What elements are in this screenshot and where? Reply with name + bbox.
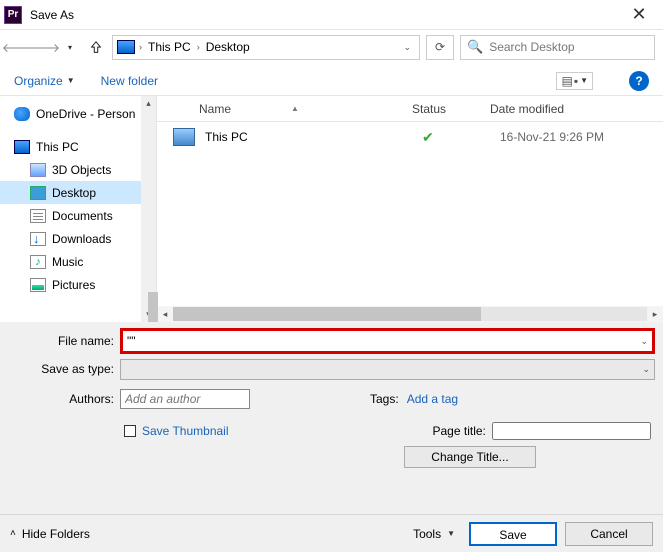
chevron-right-icon: › [139, 42, 142, 52]
breadcrumb-desktop[interactable]: Desktop [204, 40, 252, 54]
item-date: 16-Nov-21 9:26 PM [500, 130, 604, 144]
status-badge: ✔ [422, 129, 500, 146]
page-title-input[interactable] [492, 422, 651, 440]
app-icon: Pr [4, 6, 22, 24]
tree-pictures[interactable]: Pictures [0, 273, 156, 296]
cloud-icon [14, 107, 30, 121]
item-name: This PC [205, 130, 422, 144]
cancel-button[interactable]: Cancel [565, 522, 653, 546]
save-type-dropdown[interactable]: ⌄ [120, 359, 655, 380]
chevron-right-icon: › [197, 42, 200, 52]
search-icon: 🔍 [467, 39, 483, 55]
save-type-label: Save as type: [8, 362, 120, 376]
change-title-button[interactable]: Change Title... [404, 446, 536, 468]
tags-label: Tags: [370, 392, 399, 406]
file-name-field[interactable]: ⌄ [120, 328, 655, 354]
column-date[interactable]: Date modified [490, 102, 663, 116]
window-title: Save As [30, 8, 619, 22]
close-icon[interactable]: ✕ [619, 4, 659, 25]
new-folder-button[interactable]: New folder [101, 74, 158, 88]
cube-icon [30, 163, 46, 177]
desktop-icon [30, 186, 46, 200]
tree-3d-objects[interactable]: 3D Objects [0, 158, 156, 181]
picture-icon [30, 278, 46, 292]
refresh-button[interactable]: ⟳ [426, 35, 454, 60]
forward-button: 🡒 [34, 37, 54, 57]
authors-label: Authors: [8, 392, 120, 406]
page-title-label: Page title: [433, 424, 486, 438]
tree-this-pc[interactable]: This PC [0, 135, 156, 158]
file-name-label: File name: [8, 334, 120, 348]
list-item[interactable]: This PC ✔ 16-Nov-21 9:26 PM [157, 122, 663, 152]
tree-onedrive[interactable]: OneDrive - Person [0, 102, 156, 125]
music-icon: ♪ [30, 255, 46, 269]
search-placeholder: Search Desktop [489, 40, 574, 54]
tree-downloads[interactable]: Downloads [0, 227, 156, 250]
breadcrumb-this-pc[interactable]: This PC [146, 40, 193, 54]
recent-dropdown[interactable]: ▾ [60, 37, 80, 57]
authors-input[interactable] [120, 389, 250, 409]
pc-icon [14, 140, 30, 154]
file-name-input[interactable] [127, 334, 640, 348]
sort-up-icon: ▲ [291, 104, 299, 113]
up-button[interactable] [86, 37, 106, 57]
horizontal-scrollbar[interactable]: ◂▸ [157, 306, 663, 322]
pc-icon [117, 40, 135, 54]
save-thumbnail-label: Save Thumbnail [142, 424, 229, 438]
save-thumbnail-checkbox[interactable] [124, 425, 136, 437]
chevron-down-icon[interactable]: ⌄ [403, 42, 411, 53]
search-input[interactable]: 🔍 Search Desktop [460, 35, 655, 60]
column-name[interactable]: Name▲ [157, 102, 412, 116]
chevron-down-icon: ⌄ [642, 364, 650, 375]
tree-desktop[interactable]: Desktop [0, 181, 156, 204]
back-button[interactable]: 🡐 [8, 37, 28, 57]
column-status[interactable]: Status [412, 102, 490, 116]
view-options[interactable]: ▤▪▼ [556, 72, 593, 90]
add-tag-link[interactable]: Add a tag [407, 392, 458, 406]
help-icon[interactable]: ? [629, 71, 649, 91]
hide-folders-toggle[interactable]: ˄ Hide Folders [10, 527, 90, 541]
chevron-down-icon[interactable]: ⌄ [640, 336, 648, 347]
nav-tree: OneDrive - Person This PC 3D Objects Des… [0, 96, 157, 322]
organize-menu[interactable]: Organize▼ [14, 74, 75, 88]
tools-menu[interactable]: Tools▼ [413, 527, 455, 541]
tree-music[interactable]: ♪Music [0, 250, 156, 273]
pc-icon [173, 128, 195, 146]
tree-scrollbar[interactable]: ▴▾ [141, 96, 156, 322]
save-button[interactable]: Save [469, 522, 557, 546]
file-list: Name▲ Status Date modified This PC ✔ 16-… [157, 96, 663, 322]
document-icon [30, 209, 46, 223]
download-icon [30, 232, 46, 246]
tree-documents[interactable]: Documents [0, 204, 156, 227]
address-bar[interactable]: › This PC › Desktop ⌄ [112, 35, 420, 60]
